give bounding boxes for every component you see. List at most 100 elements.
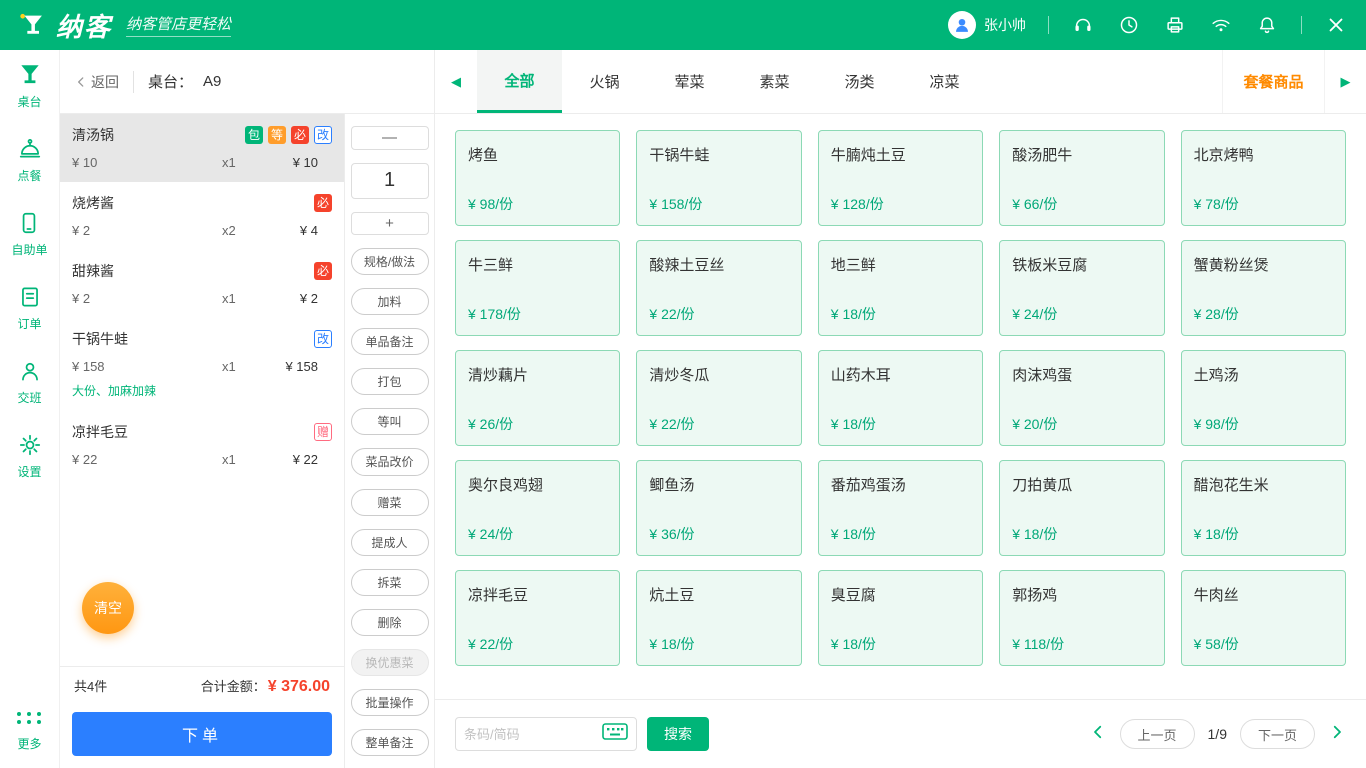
order-header: 返回 桌台： A9 (60, 50, 434, 114)
delete-item-button[interactable]: 删除 (350, 608, 429, 636)
close-icon[interactable] (1324, 13, 1348, 37)
user-account[interactable]: 张小帅 (948, 11, 1026, 39)
barcode-search-box (455, 717, 637, 751)
sidebar-item-self-order[interactable]: 自助单 (11, 210, 48, 258)
menu-item[interactable]: 刀拍黄瓜 ¥ 18/份 (999, 460, 1165, 556)
menu-item[interactable]: 地三鲜 ¥ 18/份 (817, 240, 984, 336)
order-item[interactable]: 甜辣酱 必 ¥ 2 x1 ¥ 2 (60, 250, 344, 318)
sidebar-item-order[interactable]: 点餐 (17, 136, 43, 184)
order-item-note: 大份、加麻加辣 (72, 384, 157, 398)
sidebar-item-settings[interactable]: 设置 (17, 432, 43, 480)
back-button[interactable]: 返回 (74, 72, 119, 92)
search-button[interactable]: 搜索 (647, 717, 709, 751)
menu-item[interactable]: 干锅牛蛙 ¥ 158/份 (636, 130, 802, 226)
menu-item[interactable]: 牛肉丝 ¥ 58/份 (1180, 570, 1346, 666)
split-dish-button[interactable]: 拆菜 (350, 568, 429, 596)
tab-vegetable[interactable]: 素菜 (732, 50, 817, 113)
menu-item[interactable]: 清炒藕片 ¥ 26/份 (455, 350, 621, 446)
menu-item[interactable]: 醋泡花生米 ¥ 18/份 (1180, 460, 1346, 556)
order-remark-button[interactable]: 整单备注 (350, 728, 429, 757)
menu-item[interactable]: 铁板米豆腐 ¥ 24/份 (999, 240, 1165, 336)
takeout-button[interactable]: 打包 (350, 368, 429, 396)
prev-page-button[interactable]: 上一页 (1119, 719, 1195, 749)
qty-minus-button[interactable]: — (350, 126, 429, 150)
next-page-button[interactable]: 下一页 (1239, 719, 1315, 749)
page-next-chevron-icon[interactable] (1328, 723, 1346, 746)
batch-operation-button[interactable]: 批量操作 (350, 688, 429, 716)
order-item[interactable]: 凉拌毛豆 赠 ¥ 22 x1 ¥ 22 (60, 411, 344, 479)
menu-item[interactable]: 牛三鲜 ¥ 178/份 (455, 240, 621, 336)
printer-icon[interactable] (1163, 13, 1187, 37)
menu-item-name: 牛三鲜 (468, 257, 514, 274)
order-item-name: 烧烤酱 (72, 195, 114, 211)
menu-item[interactable]: 山药木耳 ¥ 18/份 (817, 350, 984, 446)
menu-item-price: ¥ 66/份 (1012, 196, 1058, 212)
sync-clock-icon[interactable] (1117, 13, 1141, 37)
category-prev-arrow[interactable]: ◀ (435, 50, 477, 113)
page-prev-chevron-icon[interactable] (1089, 723, 1107, 746)
menu-item[interactable]: 鲫鱼汤 ¥ 36/份 (636, 460, 802, 556)
menu-item[interactable]: 凉拌毛豆 ¥ 22/份 (455, 570, 621, 666)
order-item-total: ¥ 2 (299, 291, 318, 306)
menu-item[interactable]: 牛腩炖土豆 ¥ 128/份 (817, 130, 984, 226)
submit-order-button[interactable]: 下单 (72, 712, 332, 756)
menu-item[interactable]: 土鸡汤 ¥ 98/份 (1180, 350, 1346, 446)
notification-bell-icon[interactable] (1255, 13, 1279, 37)
menu-item[interactable]: 酸汤肥牛 ¥ 66/份 (999, 130, 1165, 226)
topbar-divider (1301, 16, 1302, 34)
tab-soup[interactable]: 汤类 (817, 50, 902, 113)
order-item[interactable]: 清汤锅 包 等 必 改 ¥ 10 x1 ¥ 10 (60, 114, 344, 182)
menu-item[interactable]: 番茄鸡蛋汤 ¥ 18/份 (817, 460, 984, 556)
menu-item[interactable]: 蟹黄粉丝煲 ¥ 28/份 (1180, 240, 1346, 336)
clear-order-button[interactable]: 清空 (82, 582, 134, 634)
menu-item[interactable]: 郭扬鸡 ¥ 118/份 (999, 570, 1165, 666)
keyboard-icon[interactable] (602, 723, 628, 745)
combo-products-button[interactable]: 套餐商品 (1222, 50, 1324, 113)
more-icon (16, 706, 43, 730)
barcode-search-input[interactable] (464, 726, 602, 742)
customer-service-icon[interactable] (1071, 13, 1095, 37)
order-list: 清汤锅 包 等 必 改 ¥ 10 x1 ¥ 10 烧烤酱 必 ¥ 2 x2 ¥ … (60, 114, 344, 666)
sidebar-item-more[interactable]: 更多 (16, 706, 43, 752)
category-bar: ◀ 全部 火锅 荤菜 素菜 汤类 凉菜 套餐商品 ▶ (435, 50, 1366, 114)
tab-all[interactable]: 全部 (477, 50, 562, 113)
menu-item-name: 牛腩炖土豆 (830, 147, 906, 164)
add-ingredient-button[interactable]: 加料 (350, 288, 429, 316)
menu-item[interactable]: 北京烤鸭 ¥ 78/份 (1180, 130, 1346, 226)
menu-item[interactable]: 酸辣土豆丝 ¥ 22/份 (636, 240, 802, 336)
sidebar-item-orders[interactable]: 订单 (17, 284, 43, 332)
menu-item-price: ¥ 18/份 (830, 636, 876, 652)
tab-hotpot[interactable]: 火锅 (562, 50, 647, 113)
order-item-qty: x1 (222, 155, 236, 170)
category-next-arrow[interactable]: ▶ (1324, 50, 1366, 113)
order-item[interactable]: 干锅牛蛙 改 ¥ 158 x1 ¥ 158 大份、加麻加辣 (60, 318, 344, 411)
wait-call-button[interactable]: 等叫 (350, 408, 429, 436)
gift-dish-button[interactable]: 赠菜 (350, 488, 429, 516)
menu-item[interactable]: 清炒冬瓜 ¥ 22/份 (636, 350, 802, 446)
sidebar-item-label: 点餐 (17, 169, 42, 183)
menu-item-name: 地三鲜 (830, 257, 876, 274)
menu-item[interactable]: 烤鱼 ¥ 98/份 (455, 130, 621, 226)
item-remark-button[interactable]: 单品备注 (350, 328, 429, 356)
badge-modified: 改 (313, 126, 332, 144)
menu-grid: 烤鱼 ¥ 98/份 干锅牛蛙 ¥ 158/份 牛腩炖土豆 ¥ 128/份 酸汤肥… (435, 114, 1366, 700)
menu-item-name: 清炒冬瓜 (649, 367, 710, 384)
commission-person-button[interactable]: 提成人 (350, 528, 429, 556)
menu-item[interactable]: 奥尔良鸡翅 ¥ 24/份 (455, 460, 621, 556)
tab-cold-dish[interactable]: 凉菜 (902, 50, 987, 113)
order-item-total: ¥ 10 (292, 155, 318, 170)
menu-item[interactable]: 臭豆腐 ¥ 18/份 (817, 570, 984, 666)
change-price-button[interactable]: 菜品改价 (350, 448, 429, 476)
tab-meat[interactable]: 荤菜 (647, 50, 732, 113)
menu-item-name: 鲫鱼汤 (649, 477, 695, 494)
qty-plus-button[interactable]: + (350, 211, 429, 236)
order-item[interactable]: 烧烤酱 必 ¥ 2 x2 ¥ 4 (60, 182, 344, 250)
menu-item[interactable]: 肉沫鸡蛋 ¥ 20/份 (999, 350, 1165, 446)
sidebar-item-tables[interactable]: 桌台 (17, 62, 43, 110)
menu-item[interactable]: 炕土豆 ¥ 18/份 (636, 570, 802, 666)
menu-item-price: ¥ 28/份 (1193, 306, 1239, 322)
wifi-icon[interactable] (1209, 13, 1233, 37)
spec-method-button[interactable]: 规格/做法 (350, 248, 429, 276)
sidebar-item-shift[interactable]: 交班 (17, 358, 43, 406)
menu-item-price: ¥ 24/份 (468, 526, 514, 542)
